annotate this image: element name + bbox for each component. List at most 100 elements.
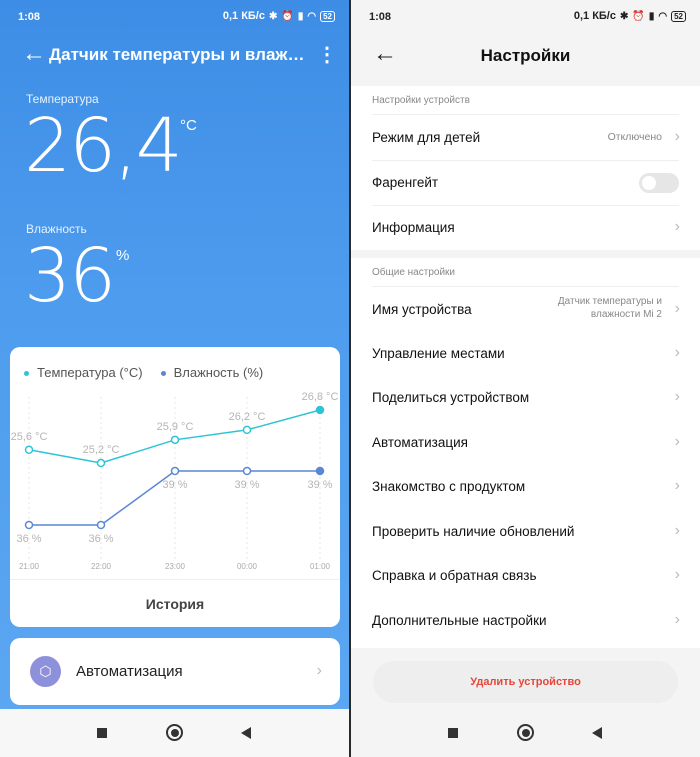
bluetooth-icon: ✱ xyxy=(620,10,629,22)
battery-icon: 52 xyxy=(671,10,686,22)
signal-icon: ▮ xyxy=(297,10,304,22)
nav-bar xyxy=(351,709,700,757)
chevron-right-icon: › xyxy=(674,218,680,235)
general-settings-panel: Общие настройки Имя устройства Датчик те… xyxy=(351,258,700,648)
device-settings-panel: Настройки устройств Режим для детей Откл… xyxy=(351,86,700,250)
chevron-right-icon: › xyxy=(674,566,680,583)
wifi-icon: ◠ xyxy=(658,10,668,22)
data-label: 39 % xyxy=(162,479,187,491)
chevron-right-icon: › xyxy=(674,611,680,628)
fahrenheit-toggle[interactable] xyxy=(639,173,679,193)
sensor-screen: 1:08 0,1 КБ/с ✱ ⏰ ▮ ◠ 52 ← Датчик темпер… xyxy=(0,0,349,757)
row-label: Дополнительные настройки xyxy=(372,613,547,628)
chevron-right-icon: › xyxy=(316,662,322,679)
data-label: 36 % xyxy=(88,533,113,545)
row-label: Поделиться устройством xyxy=(372,390,530,405)
section-header-general: Общие настройки xyxy=(372,267,455,278)
status-bar: 1:08 0,1 КБ/с ✱ ⏰ ▮ ◠ 52 xyxy=(351,0,700,32)
back-arrow-icon[interactable]: ← xyxy=(22,40,46,68)
settings-row-updates[interactable]: Проверить наличие обновлений › xyxy=(351,509,700,554)
data-label: 25,6 °C xyxy=(11,431,48,443)
x-tick-label: 01:00 xyxy=(310,562,331,571)
row-label: Справка и обратная связь xyxy=(372,568,537,583)
chevron-right-icon: › xyxy=(674,300,680,317)
data-label: 36 % xyxy=(16,533,41,545)
data-point xyxy=(315,405,325,415)
page-title: Датчик температуры и влажнос... xyxy=(49,45,309,64)
data-point xyxy=(170,466,180,476)
alarm-icon: ⏰ xyxy=(281,10,294,22)
app-bar: ← Датчик температуры и влажнос... ⋮ xyxy=(0,36,349,76)
automation-cube-icon: ⬡ xyxy=(30,656,61,687)
humidity-unit: % xyxy=(116,247,130,264)
row-label: Проверить наличие обновлений xyxy=(372,524,575,539)
chart-card: Температура (°C) Влажность (%) 21:00 22:0… xyxy=(10,347,340,627)
data-point xyxy=(96,520,106,530)
row-label: Информация xyxy=(372,220,455,235)
settings-row-places[interactable]: Управление местами › xyxy=(351,331,700,376)
recents-icon[interactable] xyxy=(97,728,107,738)
screen-divider xyxy=(349,0,351,757)
chevron-right-icon: › xyxy=(674,128,680,145)
wifi-icon: ◠ xyxy=(307,10,317,22)
alarm-icon: ⏰ xyxy=(632,10,645,22)
row-label: Управление местами xyxy=(372,346,505,361)
row-value: Отключено xyxy=(607,131,662,143)
data-label: 39 % xyxy=(307,479,332,491)
status-time: 1:08 xyxy=(18,11,41,23)
automation-card[interactable]: ⬡ Автоматизация › xyxy=(10,638,340,705)
recents-icon[interactable] xyxy=(448,728,458,738)
settings-row-share[interactable]: Поделиться устройством › xyxy=(351,375,700,420)
section-header-device: Настройки устройств xyxy=(372,95,470,106)
home-icon[interactable] xyxy=(517,724,534,741)
data-label: 25,9 °C xyxy=(157,421,194,433)
delete-device-button[interactable]: Удалить устройство xyxy=(373,661,678,703)
back-nav-icon[interactable] xyxy=(592,727,602,739)
data-point xyxy=(242,425,252,435)
humidity-value: 36 xyxy=(24,233,116,319)
settings-row-kids-mode[interactable]: Режим для детей Отключено › xyxy=(351,115,700,160)
settings-row-info[interactable]: Информация › xyxy=(351,205,700,250)
data-label: 26,8 °C xyxy=(302,391,339,403)
settings-row-fahrenheit: Фаренгейт xyxy=(351,160,700,205)
data-label: 26,2 °C xyxy=(229,411,266,423)
settings-row-device-name[interactable]: Имя устройства Датчик температуры и влаж… xyxy=(351,287,700,332)
data-label: 25,2 °C xyxy=(83,444,120,456)
row-label: Знакомство с продуктом xyxy=(372,479,526,494)
status-bar: 1:08 0,1 КБ/с ✱ ⏰ ▮ ◠ 52 xyxy=(0,0,349,32)
bluetooth-icon: ✱ xyxy=(269,10,278,22)
row-label: Режим для детей xyxy=(372,130,481,145)
data-point xyxy=(24,520,34,530)
settings-screen: 1:08 0,1 КБ/с ✱ ⏰ ▮ ◠ 52 ← Настройки Нас… xyxy=(351,0,700,757)
app-bar: ← Настройки xyxy=(351,36,700,76)
chevron-right-icon: › xyxy=(674,344,680,361)
home-icon[interactable] xyxy=(166,724,183,741)
settings-row-help[interactable]: Справка и обратная связь › xyxy=(351,553,700,598)
settings-row-extra[interactable]: Дополнительные настройки › xyxy=(351,598,700,643)
more-options-icon[interactable]: ⋮ xyxy=(317,42,337,67)
row-value: Датчик температуры и влажности Mi 2 xyxy=(557,296,662,320)
nav-bar xyxy=(0,709,349,757)
data-point xyxy=(315,466,325,476)
row-label: Имя устройства xyxy=(372,302,472,317)
x-tick-label: 23:00 xyxy=(165,562,186,571)
data-point xyxy=(170,435,180,445)
chevron-right-icon: › xyxy=(674,388,680,405)
network-speed: 0,1 КБ/с xyxy=(573,10,616,22)
settings-row-automation[interactable]: Автоматизация › xyxy=(351,420,700,465)
network-speed: 0,1 КБ/с xyxy=(222,10,265,22)
settings-row-intro[interactable]: Знакомство с продуктом › xyxy=(351,464,700,509)
chevron-right-icon: › xyxy=(674,522,680,539)
row-label: Автоматизация xyxy=(372,435,468,450)
history-chart[interactable]: 21:00 22:00 23:00 00:00 01:00 25,6 °C 25,2 °C 2… xyxy=(10,347,340,579)
data-point xyxy=(242,466,252,476)
history-button[interactable]: История xyxy=(10,580,340,627)
signal-icon: ▮ xyxy=(648,10,655,22)
back-nav-icon[interactable] xyxy=(241,727,251,739)
x-tick-label: 22:00 xyxy=(91,562,112,571)
data-point xyxy=(96,458,106,468)
chevron-right-icon: › xyxy=(674,477,680,494)
x-tick-label: 00:00 xyxy=(237,562,258,571)
battery-icon: 52 xyxy=(320,10,335,22)
data-point xyxy=(24,445,34,454)
